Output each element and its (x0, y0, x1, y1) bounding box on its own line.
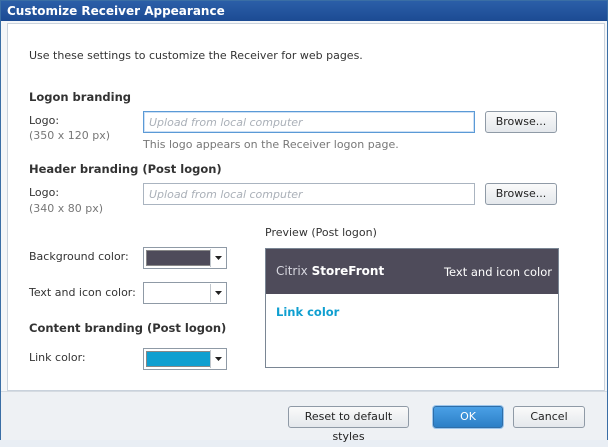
background-color-label: Background color: (29, 250, 129, 263)
logon-logo-hint: This logo appears on the Receiver logon … (143, 138, 399, 151)
header-logo-input[interactable] (143, 183, 475, 205)
dialog-footer: Reset to default styles OK Cancel (1, 391, 607, 443)
preview-link-text: Link color (276, 305, 340, 319)
content-branding-heading: Content branding (Post logon) (29, 321, 227, 335)
chevron-down-icon[interactable] (210, 350, 225, 368)
chevron-down-icon[interactable] (210, 249, 225, 267)
ok-button[interactable]: OK (433, 406, 503, 428)
header-browse-button[interactable]: Browse... (485, 183, 557, 205)
preview-header: Citrix StoreFront Text and icon color (266, 249, 558, 294)
logon-logo-size: (350 x 120 px) (29, 129, 111, 142)
intro-text: Use these settings to customize the Rece… (29, 49, 363, 62)
preview-header-text: Text and icon color (443, 265, 552, 279)
background-color-picker[interactable] (143, 247, 227, 269)
text-icon-color-picker[interactable] (143, 282, 227, 304)
logon-browse-button[interactable]: Browse... (485, 111, 557, 133)
preview-heading: Preview (Post logon) (265, 226, 377, 239)
header-branding-heading: Header branding (Post logon) (29, 162, 222, 176)
logon-logo-label: Logo: (29, 114, 60, 127)
link-color-label: Link color: (29, 351, 86, 364)
header-logo-label: Logo: (29, 186, 60, 199)
dialog-content: Use these settings to customize the Rece… (7, 23, 605, 391)
preview-brand-prefix: Citrix (276, 264, 308, 278)
preview-brand-name: StoreFront (311, 264, 385, 278)
chevron-down-icon[interactable] (210, 284, 225, 302)
text-icon-color-swatch (146, 285, 212, 301)
logon-branding-heading: Logon branding (29, 90, 131, 104)
cancel-button[interactable]: Cancel (513, 406, 585, 428)
preview-brand: Citrix StoreFront (276, 264, 384, 278)
header-logo-size: (340 x 80 px) (29, 202, 104, 215)
background-color-swatch (146, 250, 212, 266)
logon-logo-input[interactable] (143, 111, 475, 133)
link-color-swatch (146, 351, 212, 367)
reset-default-styles-button[interactable]: Reset to default styles (288, 406, 409, 443)
link-color-picker[interactable] (143, 348, 227, 370)
preview-panel: Citrix StoreFront Text and icon color Li… (265, 248, 559, 368)
customize-dialog: Customize Receiver Appearance Use these … (0, 0, 608, 443)
text-icon-color-label: Text and icon color: (29, 286, 136, 299)
dialog-title: Customize Receiver Appearance (1, 1, 607, 21)
